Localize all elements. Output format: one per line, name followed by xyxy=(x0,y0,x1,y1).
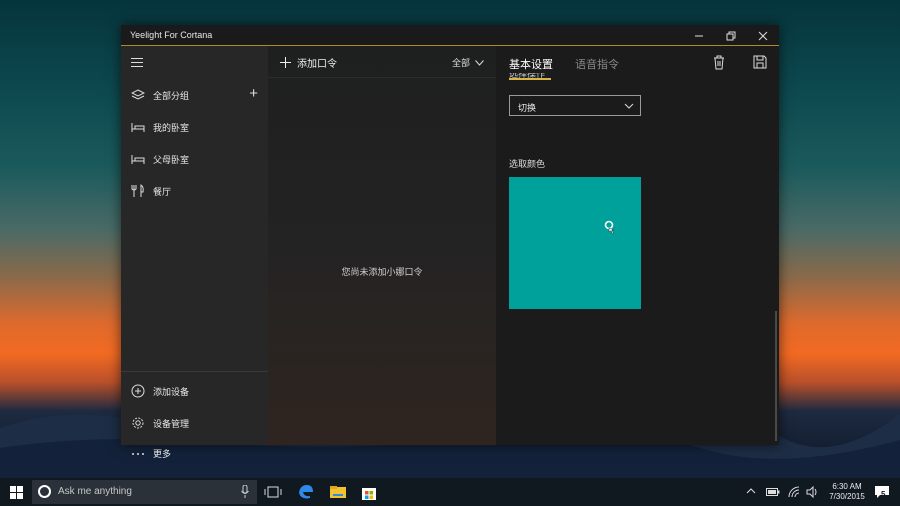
color-picker-area[interactable] xyxy=(509,177,641,309)
action-select[interactable]: 切换 xyxy=(509,95,641,116)
restore-icon xyxy=(726,31,736,40)
layers-icon xyxy=(131,89,145,100)
edge-browser-icon[interactable] xyxy=(297,483,315,501)
bed-icon xyxy=(131,123,145,132)
chevron-up-icon[interactable] xyxy=(746,487,756,495)
add-group-icon[interactable]: + xyxy=(249,85,258,102)
title-bar: Yeelight For Cortana xyxy=(121,25,779,46)
app-window: Yeelight For Cortana 全部分组 + 我的卧室 父母卧室 餐厅 xyxy=(121,25,779,459)
start-button[interactable] xyxy=(0,478,32,506)
volume-icon[interactable] xyxy=(806,486,818,498)
file-explorer-icon[interactable] xyxy=(329,483,347,501)
cortana-search-box[interactable]: Ask me anything xyxy=(32,480,257,504)
battery-icon[interactable] xyxy=(766,487,780,497)
nav-item-parents-bedroom[interactable]: 父母卧室 xyxy=(121,145,268,173)
chevron-down-icon xyxy=(624,103,634,109)
nav-item-label: 全部分组 xyxy=(153,91,190,101)
save-icon[interactable] xyxy=(752,54,768,70)
wifi-icon[interactable] xyxy=(788,486,800,498)
action-select-value: 切换 xyxy=(518,103,537,113)
color-picker-cursor-icon xyxy=(604,220,615,235)
gear-icon xyxy=(132,417,144,429)
close-icon xyxy=(758,31,768,40)
window-title: Yeelight For Cortana xyxy=(130,30,213,40)
minimize-button[interactable] xyxy=(683,25,715,46)
add-command-label: 添加口令 xyxy=(297,59,337,70)
empty-state-message: 您尚未添加小娜口令 xyxy=(341,267,423,277)
plus-icon xyxy=(280,57,291,68)
add-circle-icon xyxy=(131,384,145,398)
task-view-icon[interactable] xyxy=(264,483,282,501)
nav-item-label: 添加设备 xyxy=(153,387,190,397)
chevron-down-icon xyxy=(475,59,484,66)
filter-label: 全部 xyxy=(451,58,470,68)
minimize-icon xyxy=(695,35,703,36)
restore-button[interactable] xyxy=(715,25,747,46)
nav-item-dining-room[interactable]: 餐厅 xyxy=(121,177,268,205)
windows-logo-icon xyxy=(9,485,23,499)
settings-scrollbar[interactable] xyxy=(775,311,777,441)
microphone-icon[interactable] xyxy=(241,485,249,499)
nav-item-label: 父母卧室 xyxy=(153,155,190,165)
command-list-pane: 添加口令 全部 您尚未添加小娜口令 xyxy=(268,46,496,445)
nav-item-more[interactable]: 更多 xyxy=(121,441,268,459)
tab-voice-commands[interactable]: 语音指令 xyxy=(575,56,619,72)
color-picker-label: 选取颜色 xyxy=(509,159,546,169)
clock-time: 6:30 AM xyxy=(832,482,862,491)
command-list-header: 添加口令 全部 xyxy=(268,46,496,78)
bed-icon xyxy=(131,155,145,164)
nav-item-my-bedroom[interactable]: 我的卧室 xyxy=(121,113,268,141)
more-icon xyxy=(132,453,144,455)
nav-item-label: 更多 xyxy=(153,449,172,459)
navigation-pane: 全部分组 + 我的卧室 父母卧室 餐厅 添加设备 设备管理 更多 xyxy=(121,46,268,459)
notification-count: 5 xyxy=(881,490,886,499)
nav-divider xyxy=(121,371,268,372)
add-command-button[interactable]: 添加口令 xyxy=(280,55,337,70)
delete-icon[interactable] xyxy=(711,54,727,70)
search-placeholder: Ask me anything xyxy=(58,486,132,497)
nav-item-label: 设备管理 xyxy=(153,419,190,429)
hamburger-menu-icon[interactable] xyxy=(131,58,143,67)
settings-pane: 基本设置 语音指令 选择操作 切换 选取颜色 xyxy=(496,46,779,445)
close-button[interactable] xyxy=(747,25,779,46)
action-label: 选择操作 xyxy=(509,73,546,79)
nav-item-label: 餐厅 xyxy=(153,187,172,197)
system-clock[interactable]: 6:30 AM 7/30/2015 xyxy=(822,482,872,502)
settings-tabs: 基本设置 语音指令 xyxy=(509,56,619,80)
action-center-button[interactable]: 5 xyxy=(874,484,890,500)
nav-item-add-device[interactable]: 添加设备 xyxy=(121,377,268,405)
nav-item-all-groups[interactable]: 全部分组 + xyxy=(121,81,268,109)
tab-basic-settings[interactable]: 基本设置 xyxy=(509,56,553,80)
filter-dropdown[interactable]: 全部 xyxy=(452,56,484,69)
nav-item-label: 我的卧室 xyxy=(153,123,190,133)
restaurant-icon xyxy=(131,184,144,197)
taskbar: Ask me anything 6:30 AM 7/30/2015 5 xyxy=(0,478,900,506)
cortana-icon xyxy=(38,485,51,498)
clock-date: 7/30/2015 xyxy=(829,492,865,501)
store-icon[interactable] xyxy=(360,483,378,501)
nav-item-device-management[interactable]: 设备管理 xyxy=(121,409,268,437)
